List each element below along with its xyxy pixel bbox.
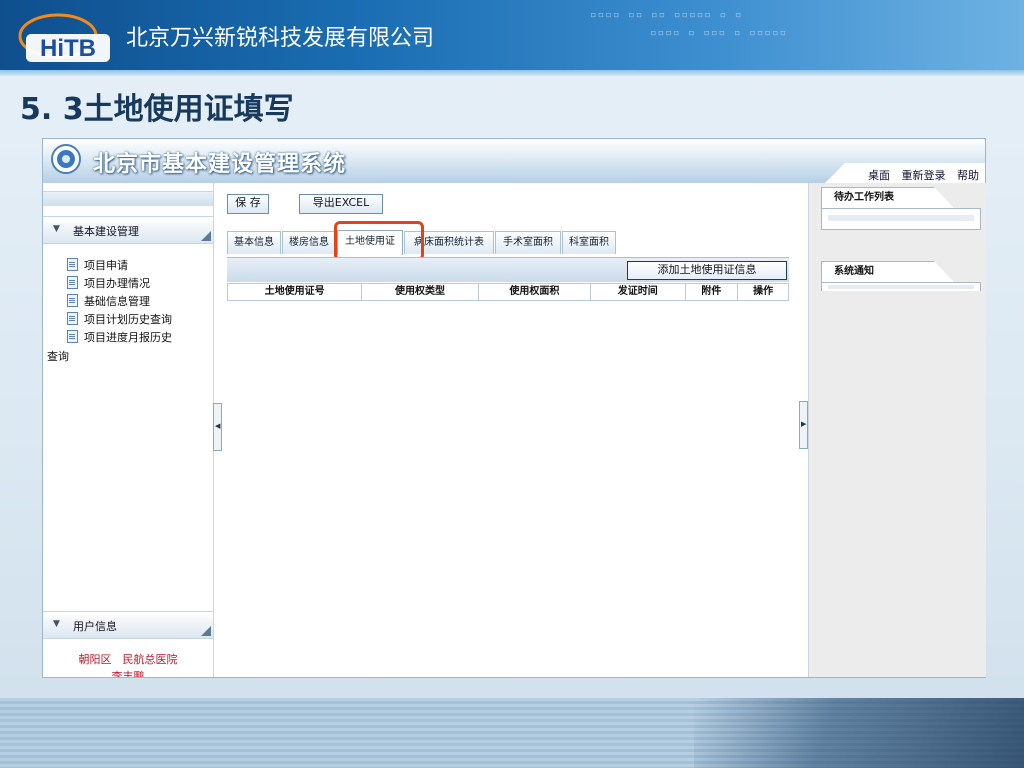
section-header-construction[interactable]: ▼ 基本建设管理 [43,216,213,244]
sidebar-item-project-status[interactable]: 项目办理情况 [67,275,150,291]
header-notch [825,163,845,183]
arrow-left-icon: ◀ [215,422,221,430]
document-icon [67,312,78,325]
todo-list-tab[interactable]: 待办工作列表 [821,187,954,208]
corner-triangle-icon [201,626,211,636]
section-title: 基本建设管理 [73,225,139,238]
sidebar-item-progress-history[interactable]: 项目进度月报历史 [67,329,172,345]
tab-land-certificate[interactable]: 土地使用证 [337,230,403,255]
sidebar-item-label: 项目计划历史查询 [84,313,172,326]
export-excel-button[interactable]: 导出EXCEL [299,194,383,214]
panel-line [828,285,974,289]
tab-bed-area-stats[interactable]: 病床面积统计表 [404,231,494,254]
column-header[interactable]: 土地使用证号 [228,284,363,300]
sidebar-item-wrap-text[interactable]: 查询 [47,348,69,364]
column-header[interactable]: 使用权类型 [362,284,479,300]
decorative-binary-pattern: ▫▫▫▫ ▫▫ ▫▫ ▫▫▫▫▫ ▫ ▫ [590,8,743,21]
todo-list-body [821,208,981,230]
document-icon [67,258,78,271]
sidebar-item-plan-history[interactable]: 项目计划历史查询 [67,311,172,327]
table-header: 土地使用证号 使用权类型 使用权面积 发证时间 附件 操作 [227,283,789,301]
section-title: 用户信息 [73,620,117,633]
slide-footer-band [0,698,1024,768]
app-window: 北京市基本建设管理系统 桌面 重新登录 帮助 ▼ 基本建设管理 项目申请 项目办… [42,138,986,678]
panel-line [828,215,974,221]
chevron-down-icon: ▼ [53,619,60,629]
document-icon [67,294,78,307]
sidebar-item-label: 基础信息管理 [84,295,150,308]
column-header[interactable]: 附件 [686,284,739,300]
slide-title: 5. 3土地使用证填写 [20,92,294,127]
corner-triangle-icon [201,231,211,241]
sidebar-item-project-apply[interactable]: 项目申请 [67,257,128,273]
column-header[interactable]: 操作 [738,284,788,300]
header-links: 桌面 重新登录 帮助 [860,167,979,183]
desktop-link[interactable]: 桌面 [868,169,890,182]
left-sidebar: ▼ 基本建设管理 项目申请 项目办理情况 基础信息管理 项目计划历史查询 项目进… [43,183,214,677]
user-name: 李丰鹏 [111,670,145,677]
tab-basic-info[interactable]: 基本信息 [227,231,281,254]
user-organization: 朝阳区 民航总医院 [78,653,178,666]
relogin-link[interactable]: 重新登录 [902,169,946,182]
slide: ▫▫▫▫ ▫▫ ▫▫ ▫▫▫▫▫ ▫ ▫ ▫▫▫▫ ▫ ▫▫▫ ▫ ▫▫▫▫▫ … [0,0,1024,768]
app-header: 北京市基本建设管理系统 桌面 重新登录 帮助 [43,139,985,183]
tab-building-info[interactable]: 楼房信息 [282,231,336,254]
document-icon [67,276,78,289]
add-land-certificate-button[interactable]: 添加土地使用证信息 [627,261,787,280]
sidebar-item-basic-info[interactable]: 基础信息管理 [67,293,150,309]
sidebar-item-label: 项目申请 [84,259,128,272]
company-name: 北京万兴新锐科技发展有限公司 [126,26,435,51]
decorative-binary-pattern: ▫▫▫▫ ▫ ▫▫▫ ▫ ▫▫▫▫▫ [650,26,788,39]
system-notice-body [821,282,981,291]
tab-department-area[interactable]: 科室面积 [562,231,616,254]
arrow-right-icon: ▶ [801,420,807,428]
right-panel: 待办工作列表 系统通知 [808,183,986,677]
left-collapse-handle[interactable]: ◀ [213,403,222,451]
save-button[interactable]: 保 存 [227,194,269,214]
company-logo: HiTB [18,13,110,62]
system-notice-tab[interactable]: 系统通知 [821,261,954,282]
chevron-down-icon: ▼ [53,224,60,234]
sidebar-top-bar [43,191,213,206]
help-link[interactable]: 帮助 [957,169,979,182]
government-emblem-icon [51,144,81,174]
sidebar-item-label: 项目办理情况 [84,277,150,290]
main-content: 保 存 导出EXCEL 基本信息 楼房信息 土地使用证 病床面积统计表 手术室面… [223,183,806,677]
section-header-user-info[interactable]: ▼ 用户信息 [43,611,213,639]
system-title: 北京市基本建设管理系统 [93,152,347,177]
column-header[interactable]: 使用权面积 [479,284,592,300]
document-icon [67,330,78,343]
logo-text: HiTB [40,35,96,62]
slide-header-band: ▫▫▫▫ ▫▫ ▫▫ ▫▫▫▫▫ ▫ ▫ ▫▫▫▫ ▫ ▫▫▫ ▫ ▫▫▫▫▫ … [0,0,1024,76]
column-header[interactable]: 发证时间 [591,284,686,300]
tab-operating-room-area[interactable]: 手术室面积 [495,231,561,254]
sidebar-item-label: 项目进度月报历史 [84,331,172,344]
right-collapse-handle[interactable]: ▶ [799,401,808,449]
